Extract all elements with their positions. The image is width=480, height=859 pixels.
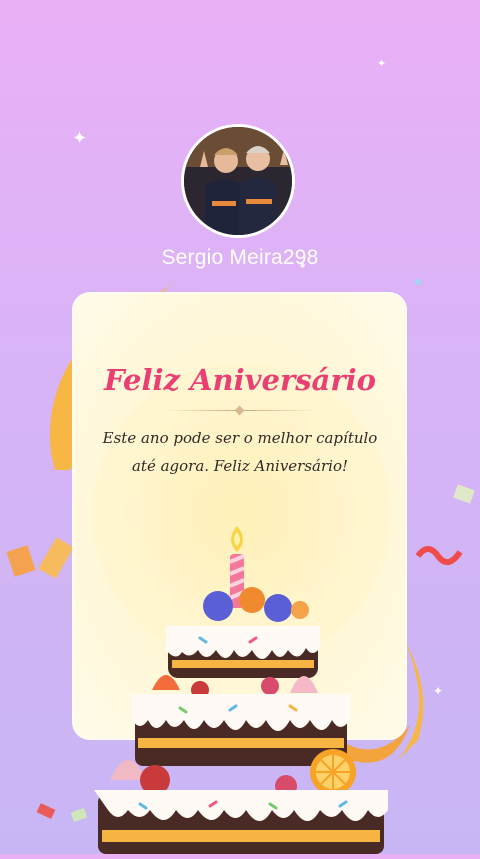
sparkle-icon: ✦ bbox=[72, 128, 88, 149]
card-message: Este ano pode ser o melhor capítulo até … bbox=[102, 429, 378, 475]
sparkle-icon: ✦ bbox=[433, 684, 444, 698]
birthday-cake-icon bbox=[80, 518, 400, 854]
sparkle-icon: ✦ bbox=[377, 57, 387, 70]
username: Sergio Meira298 bbox=[161, 246, 319, 269]
avatar[interactable] bbox=[181, 124, 295, 238]
avatar-photo bbox=[184, 127, 292, 235]
card-title: Feliz Aniversário bbox=[104, 363, 376, 397]
